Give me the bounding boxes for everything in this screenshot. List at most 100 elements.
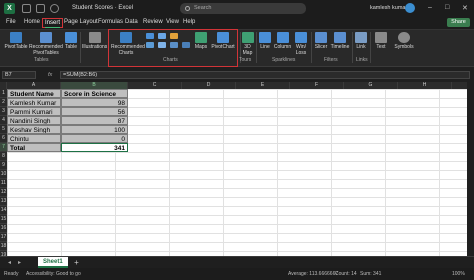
bar-chart-icon[interactable] <box>146 42 154 48</box>
row-header[interactable]: 7 <box>0 143 7 152</box>
column-header[interactable]: H <box>398 82 452 89</box>
table-row-name[interactable]: Keshav Singh <box>7 125 61 134</box>
title-bar: X Student Scores · Excel Search kamlesh … <box>0 0 474 17</box>
maps-button[interactable]: Maps <box>192 32 210 50</box>
formula-input[interactable]: =SUM(B2:B6) <box>60 71 470 79</box>
cell-a1[interactable]: Student Name <box>7 89 61 98</box>
slicer-icon <box>315 32 327 43</box>
column-header[interactable]: B <box>61 82 128 89</box>
row-header[interactable]: 15 <box>0 215 7 224</box>
pie-chart-icon[interactable] <box>170 33 178 39</box>
column-chart-icon[interactable] <box>146 33 154 39</box>
undo-icon[interactable] <box>50 4 59 13</box>
row-header[interactable]: 3 <box>0 107 7 116</box>
avatar[interactable] <box>405 3 415 13</box>
tab-file[interactable]: File <box>6 19 16 25</box>
zoom-level[interactable]: 100% <box>452 271 465 277</box>
column-header[interactable]: A <box>7 82 61 89</box>
tab-home[interactable]: Home <box>24 19 40 25</box>
row-header[interactable]: 13 <box>0 197 7 206</box>
status-bar: Ready Accessibility: Good to go Average:… <box>0 268 474 280</box>
tab-data[interactable]: Data <box>125 19 138 25</box>
table-row-name[interactable]: Pammi Kumari <box>7 107 61 116</box>
line-chart-icon[interactable] <box>158 33 166 39</box>
maximize-button[interactable]: □ <box>445 4 449 11</box>
tab-insert[interactable]: Insert <box>42 18 64 28</box>
table-row-score[interactable]: 98 <box>61 98 128 107</box>
symbols-icon <box>398 32 410 43</box>
table-row-name[interactable]: Kamlesh Kumar <box>7 98 61 107</box>
row-header[interactable]: 4 <box>0 116 7 125</box>
row-header[interactable]: 18 <box>0 242 7 251</box>
link-button[interactable]: Link <box>354 32 368 50</box>
table-row-score[interactable]: 100 <box>61 125 128 134</box>
user-name[interactable]: kamlesh kumar <box>370 5 407 11</box>
3d-map-button[interactable]: 3D Map <box>241 32 254 56</box>
tab-page-layout[interactable]: Page Layout <box>64 19 98 25</box>
insert-function-icon[interactable]: fx <box>48 72 52 78</box>
sparkline-column-button[interactable]: Column <box>273 32 292 50</box>
row-header[interactable]: 9 <box>0 161 7 170</box>
text-button[interactable]: Text <box>373 32 389 50</box>
save-icon[interactable] <box>36 4 45 13</box>
table-row-score[interactable]: 0 <box>61 134 128 143</box>
illustrations-button[interactable]: Illustrations <box>82 32 107 50</box>
sparkline-line-button[interactable]: Line <box>258 32 272 50</box>
row-header[interactable]: 10 <box>0 170 7 179</box>
maps-label: Maps <box>194 44 208 50</box>
table-row-score[interactable]: 56 <box>61 107 128 116</box>
recommended-pivottables-button[interactable]: Recommended PivotTables <box>29 32 63 56</box>
sparkline-line-icon <box>259 32 271 43</box>
table-row-name[interactable]: Nandini Singh <box>7 116 61 125</box>
column-header[interactable]: D <box>182 82 236 89</box>
sparkline-winloss-button[interactable]: Win/ Loss <box>293 32 309 56</box>
row-header[interactable]: 8 <box>0 152 7 161</box>
next-sheet-icon[interactable]: ▸ <box>18 259 21 266</box>
pivotchart-button[interactable]: PivotChart <box>210 32 236 50</box>
share-button[interactable]: Share <box>447 18 470 27</box>
column-header[interactable]: F <box>290 82 344 89</box>
cell-grid[interactable]: Student Name Score in Science Kamlesh Ku… <box>7 89 474 256</box>
accessibility-status[interactable]: Accessibility: Good to go <box>26 271 81 277</box>
combo-chart-icon[interactable] <box>182 42 190 48</box>
close-button[interactable]: ✕ <box>462 4 468 12</box>
table-row-score[interactable]: 87 <box>61 116 128 125</box>
row-header[interactable]: 1 <box>0 89 7 98</box>
row-header[interactable]: 2 <box>0 98 7 107</box>
row-header[interactable]: 17 <box>0 233 7 242</box>
column-header[interactable]: E <box>236 82 290 89</box>
search-box[interactable]: Search <box>180 3 306 14</box>
timeline-button[interactable]: Timeline <box>330 32 350 50</box>
name-box[interactable]: B7 <box>2 71 36 79</box>
tab-view[interactable]: View <box>166 19 179 25</box>
recommended-charts-button[interactable]: Recommended Charts <box>111 32 145 56</box>
row-header[interactable]: 6 <box>0 134 7 143</box>
select-all-corner[interactable] <box>0 82 7 89</box>
scatter-chart-icon[interactable] <box>170 42 178 48</box>
tab-formulas[interactable]: Formulas <box>98 19 123 25</box>
row-header[interactable]: 11 <box>0 179 7 188</box>
tab-review[interactable]: Review <box>143 19 163 25</box>
statistic-chart-icon[interactable] <box>158 42 166 48</box>
add-sheet-button[interactable]: + <box>72 258 81 267</box>
minimize-button[interactable]: – <box>428 4 432 11</box>
column-header[interactable]: C <box>128 82 182 89</box>
row-header[interactable]: 12 <box>0 188 7 197</box>
total-label-cell[interactable]: Total <box>7 143 61 152</box>
tab-help[interactable]: Help <box>183 19 195 25</box>
slicer-button[interactable]: Slicer <box>313 32 329 50</box>
tab-sheet1[interactable]: Sheet1 <box>38 257 68 268</box>
vertical-scrollbar[interactable] <box>467 82 474 256</box>
cell-b1[interactable]: Score in Science <box>61 89 128 98</box>
total-value-cell[interactable]: 341 <box>61 143 128 152</box>
symbols-button[interactable]: Symbols <box>393 32 415 50</box>
table-row-name[interactable]: Chintu <box>7 134 61 143</box>
pivottable-button[interactable]: PivotTable <box>4 32 28 50</box>
row-header[interactable]: 14 <box>0 206 7 215</box>
row-header[interactable]: 5 <box>0 125 7 134</box>
row-header[interactable]: 16 <box>0 224 7 233</box>
table-button[interactable]: Table <box>63 32 79 50</box>
autosave-toggle-icon[interactable] <box>22 4 31 13</box>
prev-sheet-icon[interactable]: ◂ <box>8 259 11 266</box>
column-header[interactable]: G <box>344 82 398 89</box>
